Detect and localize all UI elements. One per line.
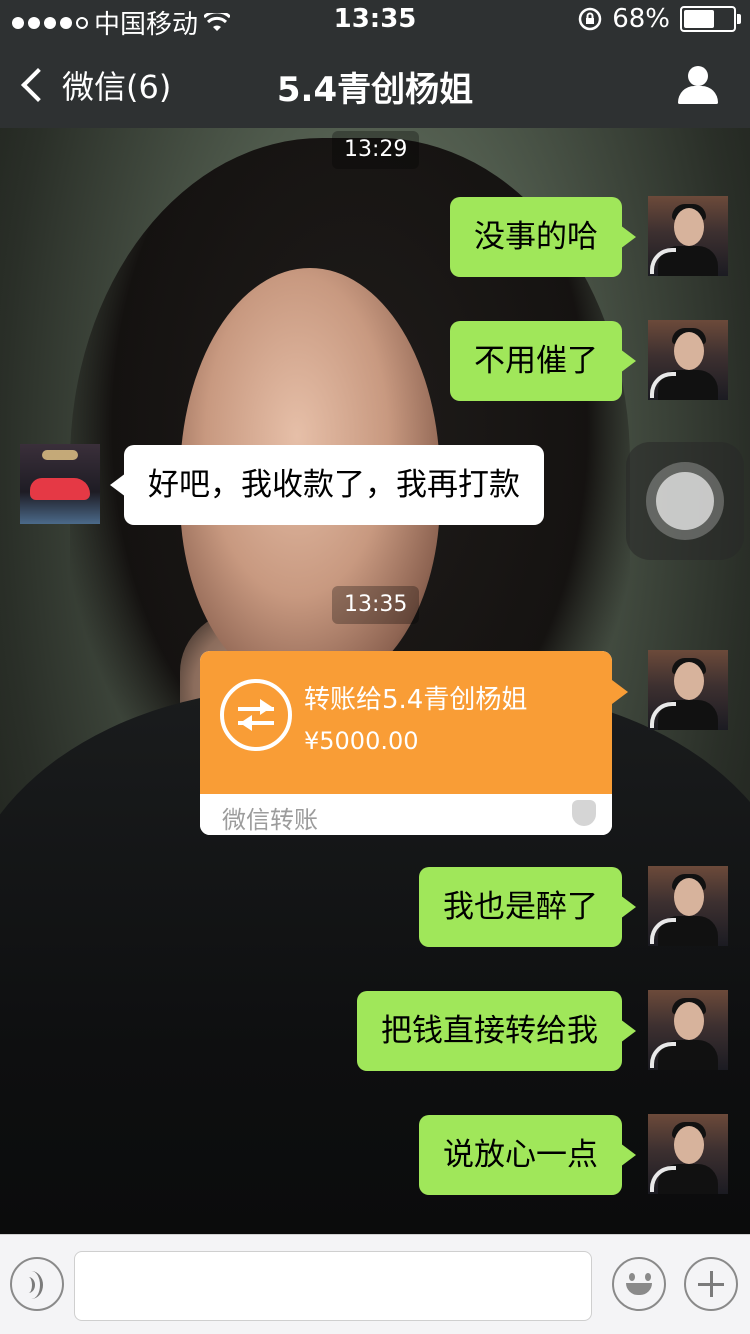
- voice-input-button[interactable]: [10, 1257, 64, 1311]
- wechat-pay-shield-icon: [572, 800, 596, 826]
- message-bubble-sent-1[interactable]: 没事的哈: [450, 197, 636, 277]
- message-input-bar: [0, 1234, 750, 1334]
- my-avatar[interactable]: [648, 196, 728, 276]
- transfer-amount: ¥5000.00: [304, 727, 419, 755]
- message-bubble-received[interactable]: 好吧，我收款了，我再打款: [110, 445, 544, 525]
- transfer-card[interactable]: 转账给5.4青创杨姐 ¥5000.00 微信转账: [200, 651, 612, 835]
- my-avatar[interactable]: [648, 320, 728, 400]
- battery-percent: 68%: [612, 4, 670, 34]
- transfer-card-tail: [612, 680, 628, 704]
- transfer-title: 转账给5.4青创杨姐: [304, 685, 528, 715]
- message-bubble-sent-4[interactable]: 我也是醉了: [419, 867, 636, 947]
- chat-title: 5.4青创杨姐: [276, 70, 474, 110]
- emoji-button[interactable]: [612, 1257, 666, 1311]
- rotation-lock-icon: [578, 7, 602, 31]
- timestamp-2: 13:35: [332, 586, 420, 624]
- transfer-arrows-icon: [220, 679, 292, 751]
- message-bubble-sent-6[interactable]: 说放心一点: [419, 1115, 636, 1195]
- my-avatar[interactable]: [648, 650, 728, 730]
- navigation-bar: 微信(6) 5.4青创杨姐: [0, 40, 750, 128]
- chat-screen: 中国移动 13:35 68% 微信(6) 5.4青创杨姐 13:29 没事的哈 …: [0, 0, 750, 1334]
- message-text-field[interactable]: [74, 1251, 592, 1321]
- contact-avatar[interactable]: [20, 444, 100, 524]
- battery-fill: [684, 10, 714, 28]
- message-bubble-sent-2[interactable]: 不用催了: [450, 321, 636, 401]
- status-right: 68%: [578, 4, 741, 34]
- assistive-touch-button[interactable]: [626, 442, 744, 560]
- battery-icon: [680, 6, 741, 32]
- my-avatar[interactable]: [648, 866, 728, 946]
- transfer-footer-label: 微信转账: [222, 806, 318, 834]
- transfer-card-header: 转账给5.4青创杨姐 ¥5000.00: [200, 651, 612, 794]
- contact-profile-icon[interactable]: [678, 66, 718, 106]
- status-bar: 中国移动 13:35 68%: [0, 0, 750, 40]
- timestamp-1: 13:29: [332, 131, 420, 169]
- message-bubble-sent-5[interactable]: 把钱直接转给我: [357, 991, 636, 1071]
- my-avatar[interactable]: [648, 990, 728, 1070]
- transfer-card-footer: 微信转账: [200, 794, 612, 835]
- more-options-button[interactable]: [684, 1257, 738, 1311]
- my-avatar[interactable]: [648, 1114, 728, 1194]
